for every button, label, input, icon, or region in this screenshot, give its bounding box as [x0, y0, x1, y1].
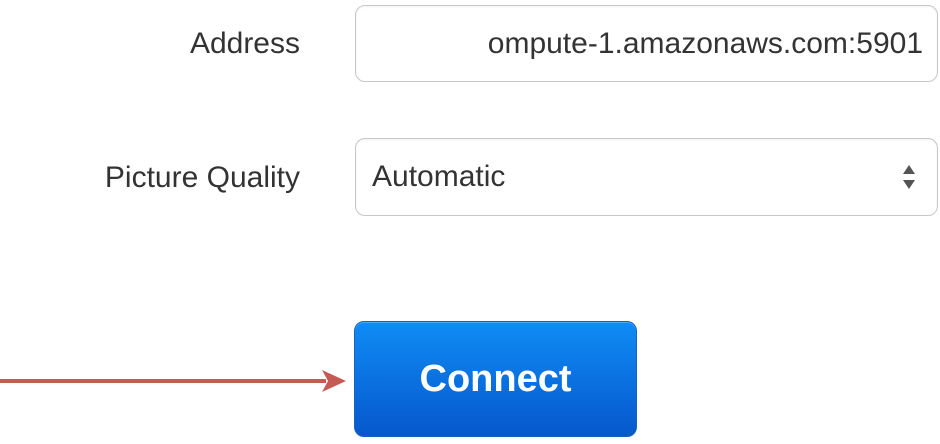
updown-arrows-icon	[903, 165, 915, 189]
pointer-arrow-icon	[0, 370, 346, 392]
address-label: Address	[189, 27, 300, 60]
picture-quality-select[interactable]: Automatic	[355, 138, 938, 216]
picture-quality-value: Automatic	[372, 160, 506, 193]
connect-button[interactable]: Connect	[354, 321, 637, 437]
address-value: ompute-1.amazonaws.com:5901	[487, 26, 923, 60]
address-input[interactable]: ompute-1.amazonaws.com:5901	[355, 5, 938, 82]
connection-form: Address ompute-1.amazonaws.com:5901 Pict…	[0, 0, 940, 444]
picture-quality-label: Picture Quality	[104, 161, 300, 194]
